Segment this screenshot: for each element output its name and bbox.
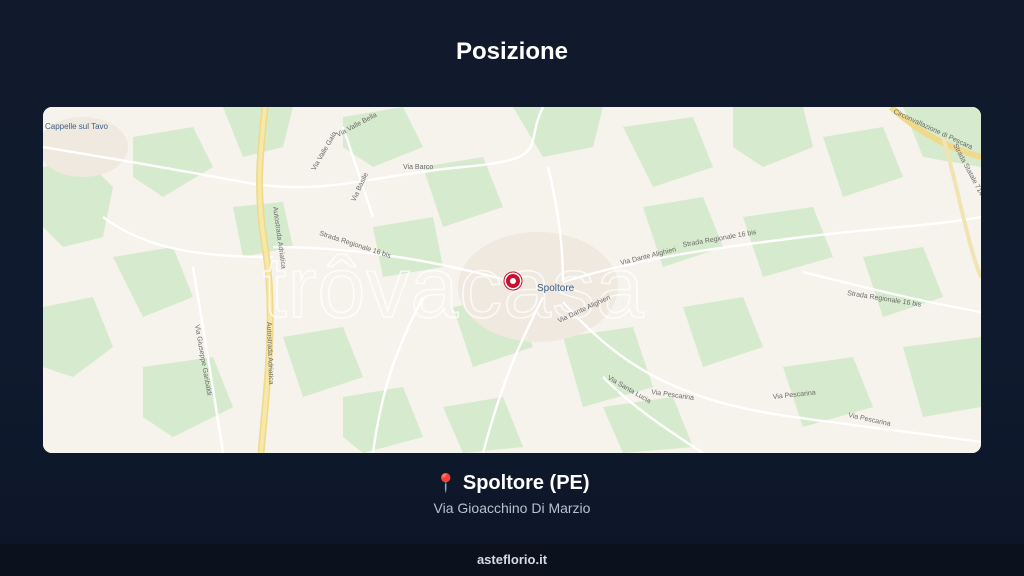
label-via-barco: Via Barco <box>403 164 433 171</box>
page-title: Posizione <box>455 38 569 65</box>
map-canvas[interactable]: trôvacasa Cappelle sul Tavo Spoltore Via… <box>43 107 981 453</box>
label-cappelle: Cappelle sul Tavo <box>45 122 109 131</box>
footer: asteflorio.it <box>0 544 1024 576</box>
map-marker-icon[interactable] <box>503 271 523 291</box>
location-title: 📍 Spoltore (PE) <box>0 472 1024 495</box>
location-name: Spoltore (PE) <box>462 472 590 494</box>
location-address: Via Gioacchino Di Marzio <box>433 500 591 516</box>
watermark-logo: trôvacasa <box>263 240 645 336</box>
label-spoltore: Spoltore <box>537 283 575 294</box>
map[interactable]: trôvacasa Cappelle sul Tavo Spoltore Via… <box>43 107 981 453</box>
footer-site[interactable]: asteflorio.it <box>477 552 547 567</box>
pin-icon: 📍 <box>434 473 457 493</box>
